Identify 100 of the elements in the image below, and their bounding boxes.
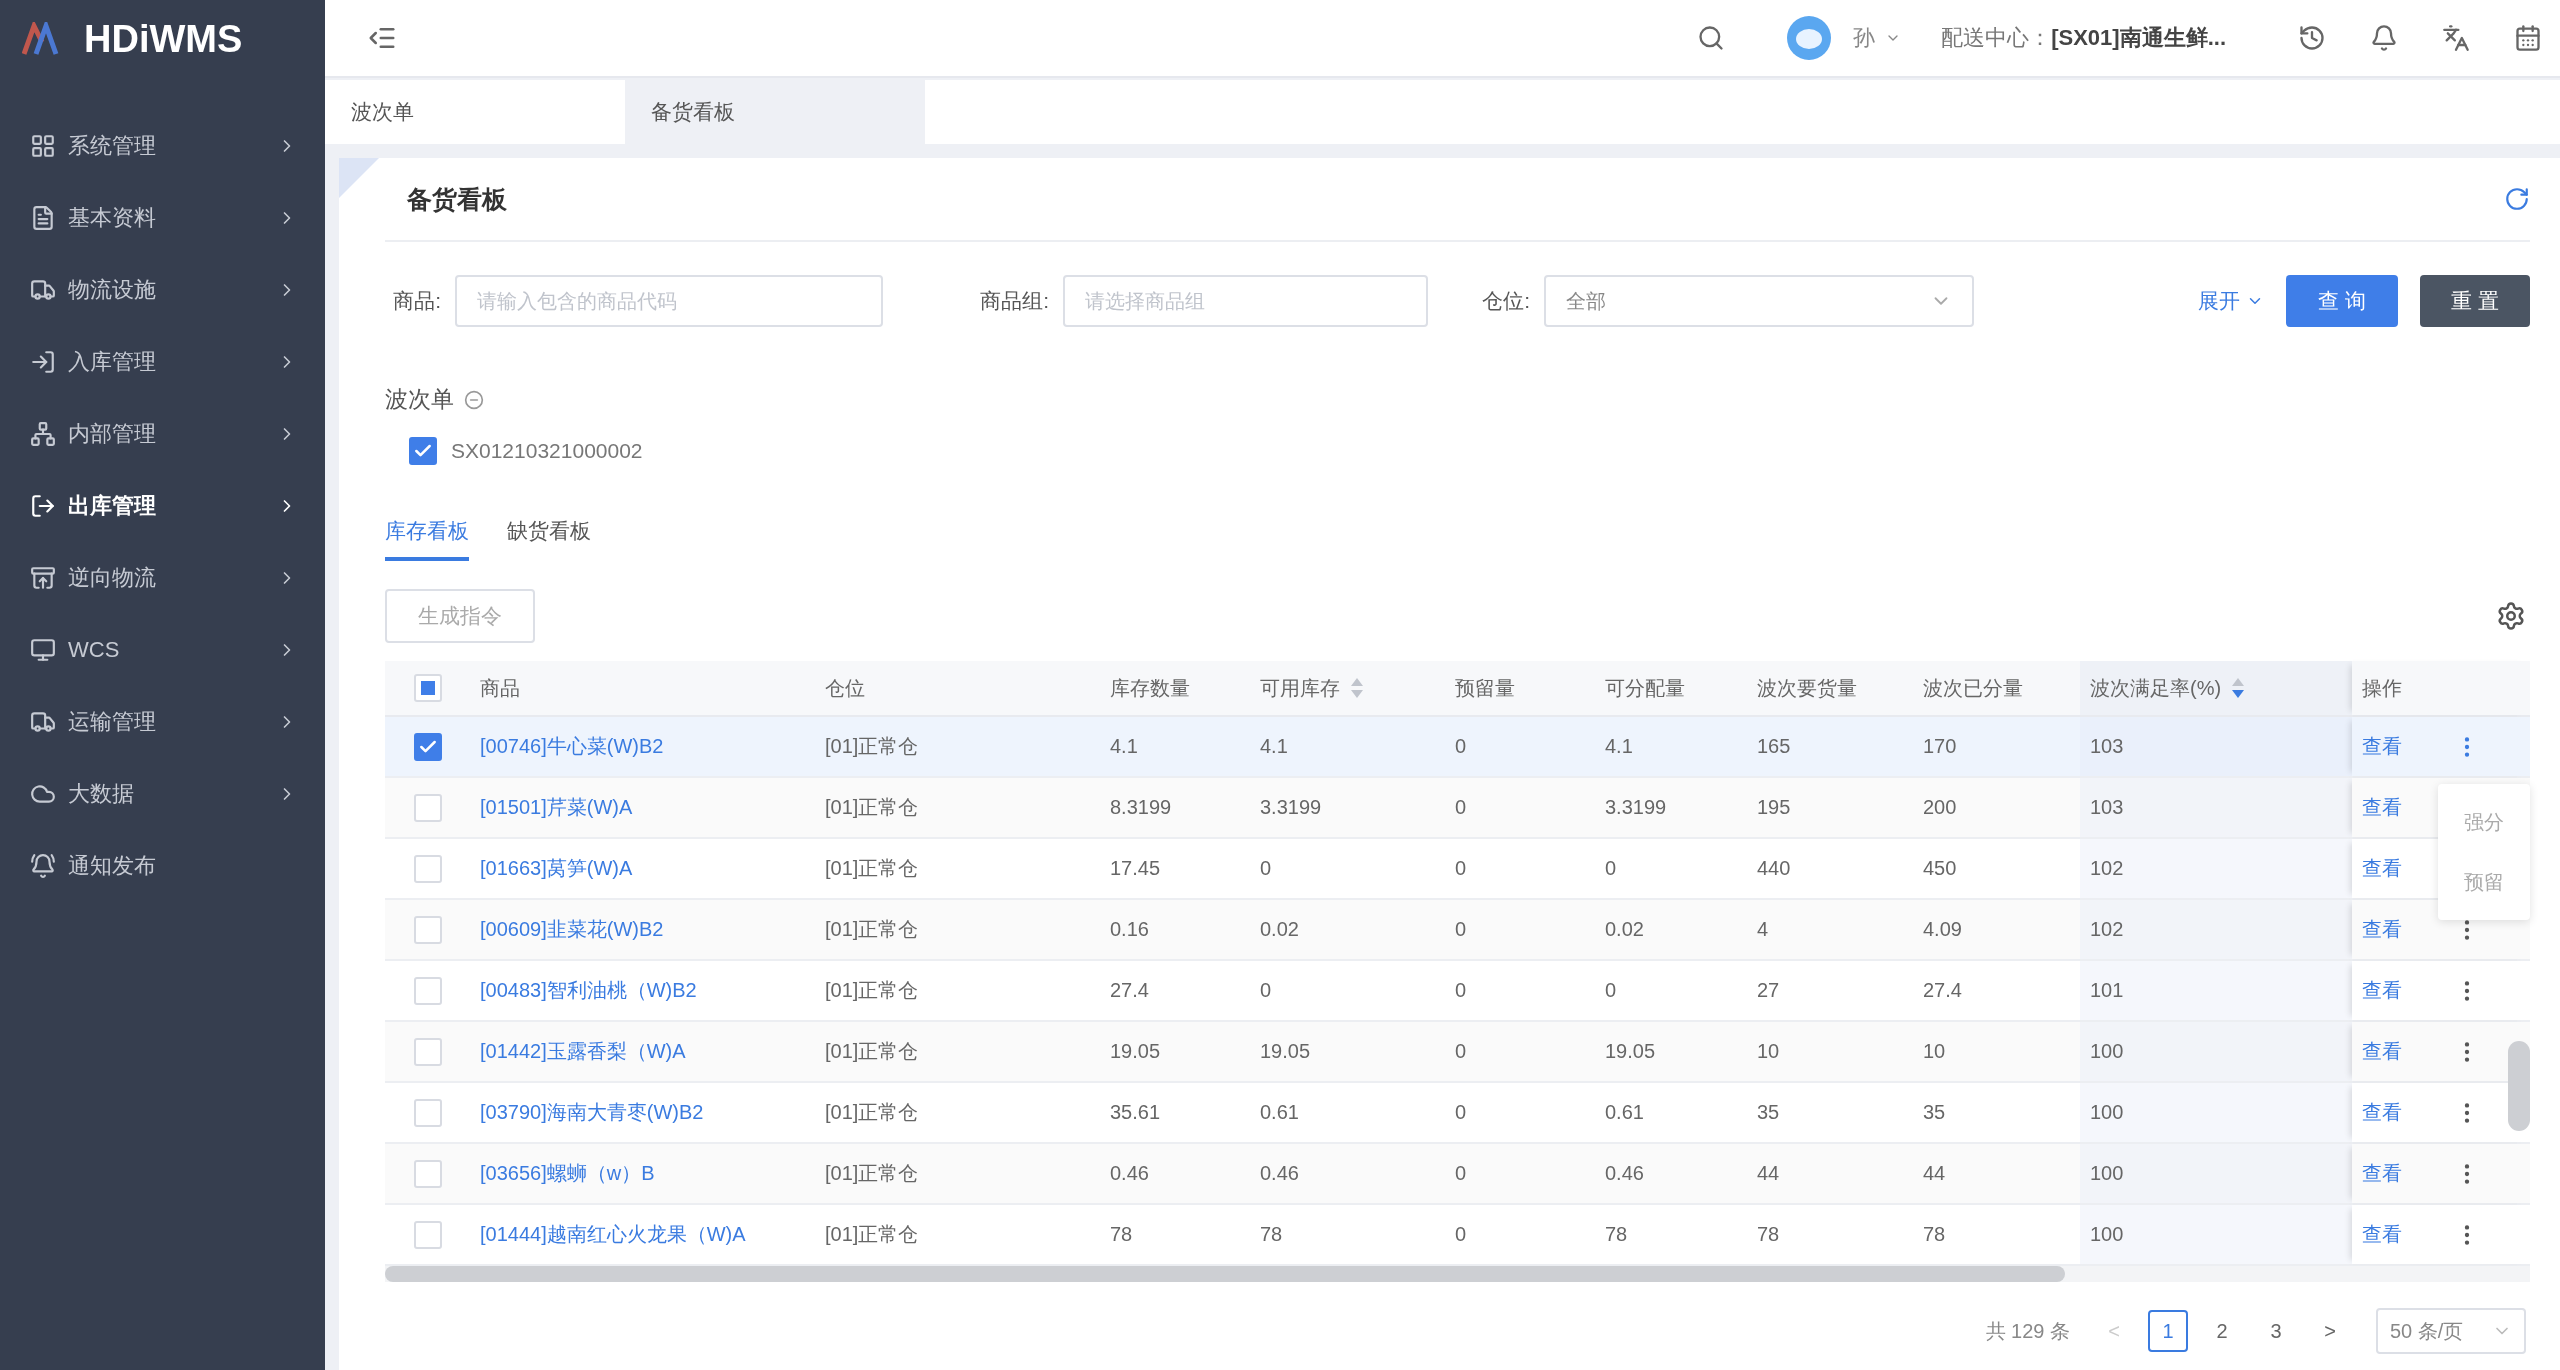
table-cell-text: [01]正常仓 — [825, 1161, 919, 1186]
expand-link[interactable]: 展开 — [2198, 287, 2264, 315]
filter-input[interactable]: 请输入包含的商品代码 — [455, 275, 883, 327]
total-count: 共 129 条 — [1985, 1318, 2070, 1344]
product-link[interactable]: [01663]莴笋(W)A — [480, 855, 633, 882]
board-tab[interactable]: 缺货看板 — [507, 507, 591, 561]
sidebar-item[interactable]: 大数据 — [0, 758, 325, 830]
wave-label: 波次单 — [385, 385, 454, 414]
table-cell: 27 — [1757, 979, 1780, 1002]
sidebar-item[interactable]: 入库管理 — [0, 326, 325, 398]
sidebar-item[interactable]: 系统管理 — [0, 110, 325, 182]
column-header: 商品 — [480, 675, 520, 701]
table-cell: 0 — [1260, 857, 1272, 880]
table-cell: 100 — [2090, 1162, 2124, 1185]
query-button[interactable]: 查 询 — [2286, 275, 2398, 327]
view-link[interactable]: 查看 — [2362, 855, 2402, 882]
menu-item[interactable]: 预留 — [2438, 852, 2530, 912]
column-header: 库存数量 — [1110, 675, 1190, 701]
filter-label: 仓位: — [1481, 288, 1531, 314]
table-cell: 19.05 — [1605, 1040, 1656, 1063]
card-title: 备货看板 — [407, 183, 508, 215]
page-tab[interactable]: 备货看板 — [625, 80, 925, 144]
column-header: 波次满足率(%) — [2090, 675, 2222, 701]
table-cell: 0.02 — [1605, 918, 1644, 941]
product-link[interactable]: [03790]海南大青枣(W)B2 — [480, 1099, 704, 1126]
view-link[interactable]: 查看 — [2362, 977, 2402, 1004]
product-link[interactable]: [03656]螺蛳（w）B — [480, 1160, 655, 1187]
page-size-select[interactable]: 50 条/页 — [2376, 1308, 2526, 1354]
user-menu[interactable]: 孙 — [1853, 23, 1902, 53]
product-link[interactable]: [00609]韭菜花(W)B2 — [480, 916, 664, 943]
page-number[interactable]: 1 — [2148, 1310, 2188, 1352]
table-cell: 10 — [1923, 1040, 1946, 1063]
view-link[interactable]: 查看 — [2362, 916, 2402, 943]
view-link[interactable]: 查看 — [2362, 1160, 2402, 1187]
page-number[interactable]: 2 — [2202, 1310, 2242, 1352]
table-cell: 0 — [1455, 1040, 1467, 1063]
table-cell: 35.61 — [1110, 1101, 1161, 1124]
view-link[interactable]: 查看 — [2362, 1099, 2402, 1126]
sidebar-item[interactable]: 出库管理 — [0, 470, 325, 542]
sidebar-item[interactable]: 物流设施 — [0, 254, 325, 326]
table-cell: 0 — [1455, 857, 1467, 880]
table-cell: 4.1 — [1110, 735, 1138, 758]
table-cell: 10 — [1757, 1040, 1780, 1063]
table-cell-text: [01]正常仓 — [825, 1100, 919, 1125]
table-cell: 0.61 — [1260, 1101, 1299, 1124]
sidebar-item[interactable]: 运输管理 — [0, 686, 325, 758]
table-cell: 0.16 — [1110, 918, 1149, 941]
view-link[interactable]: 查看 — [2362, 1221, 2402, 1248]
table-cell: 19.05 — [1260, 1040, 1311, 1063]
table-cell: 0 — [1605, 979, 1617, 1002]
table-cell: 78 — [1757, 1223, 1780, 1246]
table-cell: 450 — [1923, 857, 1957, 880]
table-cell-text: [01]正常仓 — [825, 978, 919, 1003]
column-header: 波次要货量 — [1757, 675, 1857, 701]
table-cell-text: [01]正常仓 — [825, 1222, 919, 1247]
table-cell: 3.3199 — [1260, 796, 1322, 819]
generate-button[interactable]: 生成指令 — [385, 589, 535, 643]
column-header: 预留量 — [1455, 675, 1515, 701]
menu-item[interactable]: 强分 — [2438, 792, 2530, 852]
reset-button[interactable]: 重 置 — [2420, 275, 2530, 327]
table-cell: 4.1 — [1260, 735, 1288, 758]
view-link[interactable]: 查看 — [2362, 1038, 2402, 1065]
view-link[interactable]: 查看 — [2362, 794, 2402, 821]
sidebar-item[interactable]: 内部管理 — [0, 398, 325, 470]
page-number[interactable]: 3 — [2256, 1310, 2296, 1352]
product-link[interactable]: [01501]芹菜(W)A — [480, 794, 633, 821]
table-cell: 0 — [1455, 796, 1467, 819]
board-tab[interactable]: 库存看板 — [385, 507, 469, 561]
table-cell: 44 — [1923, 1162, 1946, 1185]
view-link[interactable]: 查看 — [2362, 733, 2402, 760]
table-cell: 0.46 — [1260, 1162, 1299, 1185]
table-cell-text: [01]正常仓 — [825, 856, 919, 881]
table-cell: 0.02 — [1260, 918, 1299, 941]
table-cell: 3.3199 — [1605, 796, 1667, 819]
distribution-center[interactable]: 配送中心：[SX01]南通生鲜... — [1941, 23, 2226, 53]
table-cell: 0.46 — [1605, 1162, 1644, 1185]
product-link[interactable]: [01444]越南红心火龙果（W)A — [480, 1221, 746, 1248]
sidebar-item[interactable]: 通知发布 — [0, 830, 325, 902]
table-cell: 103 — [2090, 735, 2124, 758]
table-cell-text: [01]正常仓 — [825, 1039, 919, 1064]
sidebar-item[interactable]: 基本资料 — [0, 182, 325, 254]
column-header: 可分配量 — [1605, 675, 1685, 701]
column-header: 操作 — [2362, 675, 2402, 701]
location-select[interactable]: 全部 — [1544, 275, 1974, 327]
table-cell: 0 — [1455, 1223, 1467, 1246]
product-link[interactable]: [00483]智利油桃（W)B2 — [480, 977, 697, 1004]
sidebar-item[interactable]: 逆向物流 — [0, 542, 325, 614]
table-cell: 103 — [2090, 796, 2124, 819]
table-cell: 0 — [1455, 1162, 1467, 1185]
table-cell: 101 — [2090, 979, 2124, 1002]
product-link[interactable]: [01442]玉露香梨（W)A — [480, 1038, 686, 1065]
product-link[interactable]: [00746]牛心菜(W)B2 — [480, 733, 664, 760]
wave-number: SX01210321000002 — [451, 439, 643, 463]
table-cell: 0 — [1455, 918, 1467, 941]
sidebar-item[interactable]: WCS — [0, 614, 325, 686]
next-page[interactable]: > — [2310, 1310, 2350, 1352]
filter-input[interactable]: 请选择商品组 — [1063, 275, 1428, 327]
table-cell: 0 — [1455, 735, 1467, 758]
column-header: 波次已分量 — [1923, 675, 2023, 701]
table-cell: 100 — [2090, 1101, 2124, 1124]
